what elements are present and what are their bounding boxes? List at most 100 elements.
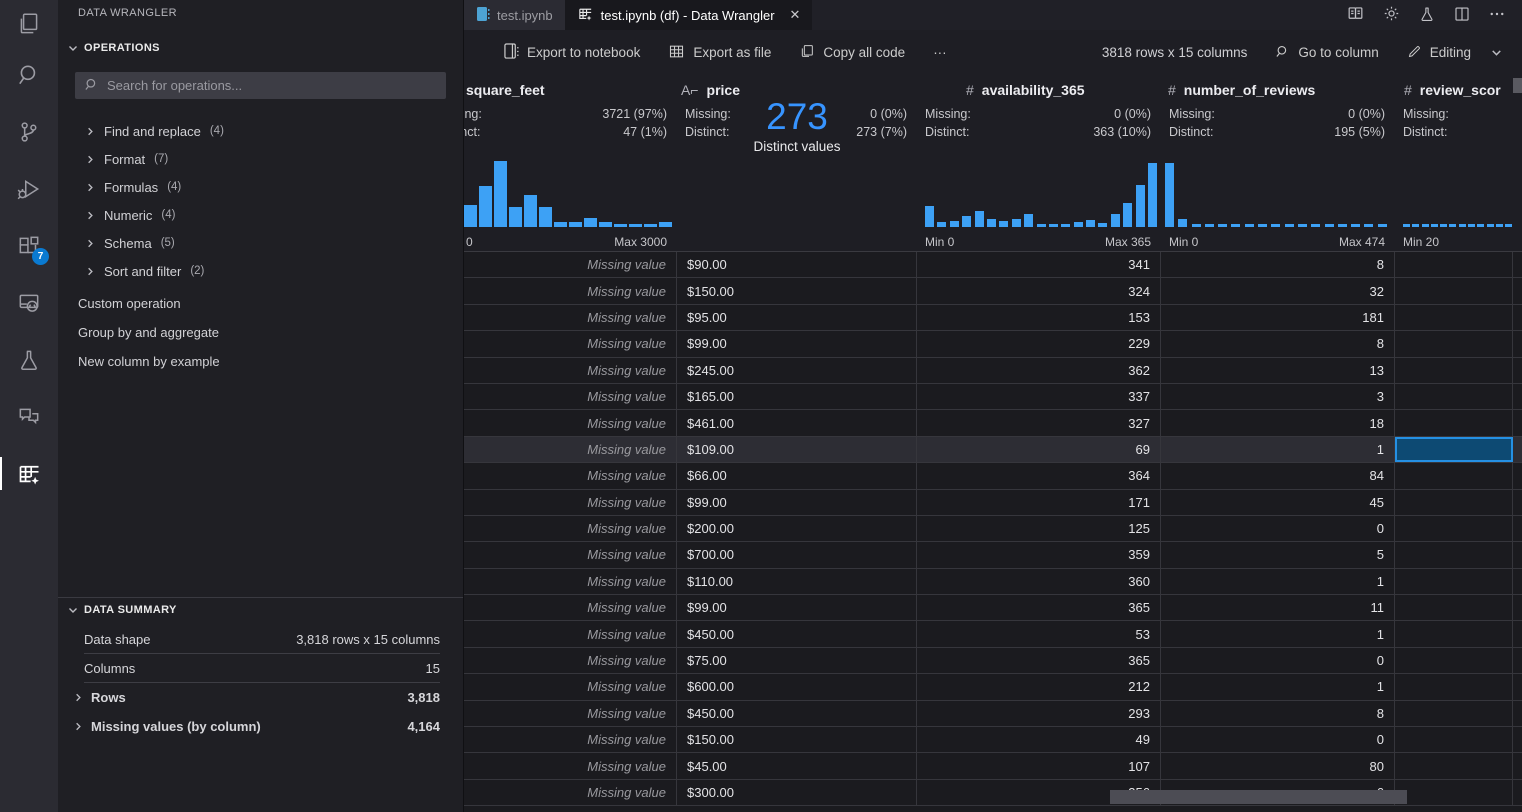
grid-cell[interactable]: 125 [917,516,1161,541]
new-column-by-example-item[interactable]: New column by example [58,347,464,376]
grid-cell[interactable]: 13 [1161,358,1395,383]
grid-cell[interactable]: $200.00 [677,516,917,541]
grid-cell[interactable] [1395,648,1513,673]
grid-cell[interactable]: $95.00 [677,305,917,330]
grid-cell[interactable]: Missing value [464,410,677,435]
grid-cell[interactable] [1395,358,1513,383]
tab-data-wrangler[interactable]: test.ipynb (df) - Data Wrangler ✕ [565,0,813,30]
tab-test-ipynb[interactable]: test.ipynb [464,0,565,30]
grid-cell[interactable]: 365 [917,595,1161,620]
grid-cell[interactable] [1395,569,1513,594]
table-row[interactable]: Missing value$99.0036511 [464,595,1522,621]
table-row[interactable]: Missing value$95.00153181 [464,305,1522,331]
grid-cell[interactable] [1395,674,1513,699]
grid-cell[interactable]: Missing value [464,278,677,303]
grid-cell[interactable]: 327 [917,410,1161,435]
table-row[interactable]: Missing value$110.003601 [464,569,1522,595]
grid-cell[interactable] [1395,278,1513,303]
grid-cell[interactable]: Missing value [464,437,677,462]
operations-section-header[interactable]: OPERATIONS [66,41,160,55]
grid-cell[interactable]: 365 [917,648,1161,673]
more-ellipsis-icon[interactable] [1488,5,1506,26]
grid-cell[interactable]: $45.00 [677,753,917,778]
op-group-numeric[interactable]: Numeric (4) [58,201,464,229]
grid-cell[interactable] [1395,542,1513,567]
column-header-number-of-reviews[interactable]: #number_of_reviews Missing:0 (0%) Distin… [1161,75,1395,252]
table-row[interactable]: Missing value$245.0036213 [464,358,1522,384]
grid-cell[interactable]: Missing value [464,674,677,699]
grid-cell[interactable]: 1 [1161,621,1395,646]
grid-cell[interactable]: Missing value [464,780,677,805]
copy-pages-icon[interactable] [0,2,58,46]
grid-cell[interactable]: Missing value [464,305,677,330]
grid-cell[interactable]: $99.00 [677,490,917,515]
op-group-schema[interactable]: Schema (5) [58,229,464,257]
grid-cell[interactable]: Missing value [464,595,677,620]
data-summary-section-header[interactable]: DATA SUMMARY [66,603,177,617]
table-row[interactable]: Missing value$109.00691 [464,437,1522,463]
summary-row-rows[interactable]: Rows 3,818 [72,683,440,712]
grid-cell[interactable]: 3 [1161,384,1395,409]
grid-cell[interactable]: Missing value [464,701,677,726]
grid-cell[interactable]: 45 [1161,490,1395,515]
grid-cell[interactable]: $109.00 [677,437,917,462]
grid-cell[interactable]: $110.00 [677,569,917,594]
grid-cell[interactable]: $66.00 [677,463,917,488]
op-group-format[interactable]: Format (7) [58,145,464,173]
toolbar-more-button[interactable]: ··· [933,45,947,60]
grid-cell[interactable] [1395,621,1513,646]
grid-cell[interactable]: 229 [917,331,1161,356]
table-row[interactable]: Missing value$45.0010780 [464,753,1522,779]
grid-cell[interactable] [1395,331,1513,356]
grid-cell[interactable]: $600.00 [677,674,917,699]
grid-cell[interactable]: $150.00 [677,278,917,303]
grid-cell[interactable]: Missing value [464,331,677,356]
table-row[interactable]: Missing value$700.003595 [464,542,1522,568]
grid-cell[interactable]: 293 [917,701,1161,726]
grid-cell[interactable]: Missing value [464,516,677,541]
grid-cell[interactable]: Missing value [464,727,677,752]
data-wrangler-icon[interactable] [0,445,58,502]
grid-cell[interactable] [1395,727,1513,752]
comments-icon[interactable] [0,388,58,445]
column-header-square-feet[interactable]: square_feet Missing:3721 (97%) Distinct:… [464,75,677,252]
grid-cell[interactable]: 212 [917,674,1161,699]
summary-row-missing-values[interactable]: Missing values (by column) 4,164 [72,712,440,741]
grid-cell[interactable]: 0 [1161,648,1395,673]
table-row[interactable]: Missing value$99.0017145 [464,490,1522,516]
grid-cell[interactable] [1395,305,1513,330]
grid-cell[interactable]: Missing value [464,753,677,778]
table-row[interactable]: Missing value$150.00490 [464,727,1522,753]
grid-cell[interactable] [1395,753,1513,778]
table-row[interactable]: Missing value$450.00531 [464,621,1522,647]
grid-cell[interactable]: 8 [1161,701,1395,726]
grid-cell[interactable]: 359 [917,542,1161,567]
grid-cell[interactable]: $99.00 [677,595,917,620]
column-header-review-scores[interactable]: #review_scor Missing: Distinct: Min 20 [1395,75,1513,252]
grid-cell[interactable]: 8 [1161,252,1395,277]
grid-cell[interactable]: 107 [917,753,1161,778]
table-row[interactable]: Missing value$66.0036484 [464,463,1522,489]
run-debug-icon[interactable] [0,160,58,217]
table-row[interactable]: Missing value$461.0032718 [464,410,1522,436]
source-control-icon[interactable] [0,103,58,160]
grid-cell[interactable] [1395,463,1513,488]
grid-cell[interactable]: Missing value [464,490,677,515]
grid-cell[interactable]: 32 [1161,278,1395,303]
op-group-sort-and-filter[interactable]: Sort and filter (2) [58,257,464,285]
remote-explorer-icon[interactable] [0,274,58,331]
vertical-scrollbar-thumb[interactable] [1513,78,1522,93]
horizontal-scrollbar-thumb[interactable] [1110,790,1407,804]
grid-cell[interactable]: 69 [917,437,1161,462]
grid-cell[interactable]: 84 [1161,463,1395,488]
grid-cell[interactable]: $150.00 [677,727,917,752]
grid-cell[interactable] [1395,252,1513,277]
grid-cell[interactable]: $450.00 [677,701,917,726]
settings-gear-icon[interactable] [1382,4,1401,26]
grid-cell[interactable]: $300.00 [677,780,917,805]
grid-cell[interactable]: Missing value [464,648,677,673]
grid-cell[interactable]: 0 [1161,727,1395,752]
table-row[interactable]: Missing value$600.002121 [464,674,1522,700]
split-editor-icon[interactable] [1453,5,1471,26]
grid-cell[interactable]: 337 [917,384,1161,409]
